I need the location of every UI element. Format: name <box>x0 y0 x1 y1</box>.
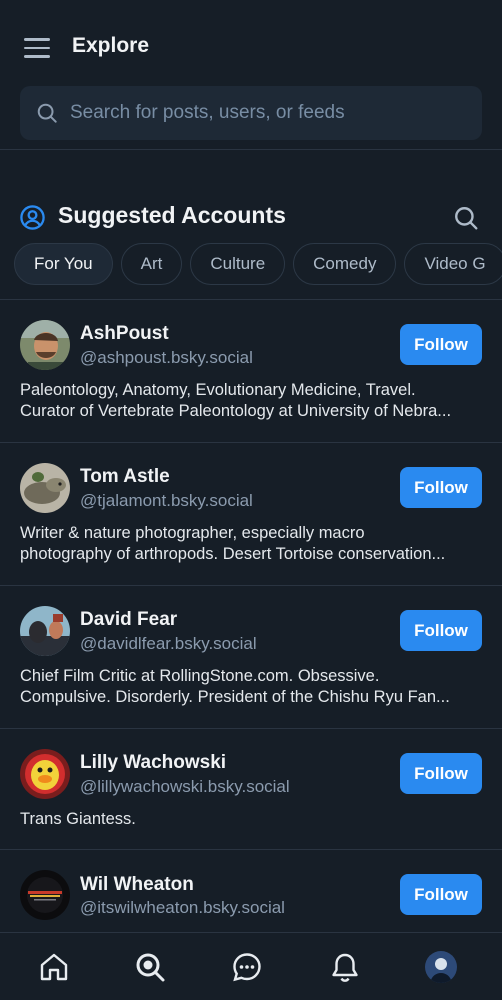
home-icon[interactable] <box>38 951 70 983</box>
bio-line: Curator of Vertebrate Paleontology at Un… <box>20 402 452 420</box>
category-chips: For You Art Culture Comedy Video G <box>14 243 502 285</box>
search-icon[interactable] <box>453 205 479 231</box>
profile-avatar[interactable] <box>425 951 457 983</box>
account-card-wil-wheaton[interactable]: Wil Wheaton @itswilwheaton.bsky.social F… <box>0 850 502 932</box>
avatar[interactable] <box>20 870 70 920</box>
follow-button[interactable]: Follow <box>400 467 482 508</box>
account-bio: Writer & nature photographer, especially… <box>20 523 482 565</box>
chip-comedy[interactable]: Comedy <box>293 243 397 285</box>
account-handle: @davidlfear.bsky.social <box>80 634 257 653</box>
bio-line: photography of arthropods. Desert Tortoi… <box>20 545 446 563</box>
account-handle: @lillywachowski.bsky.social <box>80 777 290 796</box>
account-card-tom-astle[interactable]: Tom Astle @tjalamont.bsky.social Follow … <box>0 443 502 585</box>
chip-for-you[interactable]: For You <box>14 243 113 285</box>
account-name: Wil Wheaton <box>80 874 194 895</box>
chip-art[interactable]: Art <box>120 243 183 285</box>
search-icon <box>37 103 57 123</box>
bio-line: Paleontology, Anatomy, Evolutionary Medi… <box>20 381 416 399</box>
top-header: Explore <box>0 0 502 150</box>
bell-icon[interactable] <box>329 951 361 983</box>
follow-button[interactable]: Follow <box>400 610 482 651</box>
account-bio: Trans Giantess. <box>20 809 482 830</box>
chat-icon[interactable] <box>231 951 263 983</box>
account-card-david-fear[interactable]: David Fear @davidlfear.bsky.social Follo… <box>0 586 502 728</box>
bio-line: Chief Film Critic at RollingStone.com. O… <box>20 667 380 685</box>
follow-button[interactable]: Follow <box>400 753 482 794</box>
account-bio: Chief Film Critic at RollingStone.com. O… <box>20 666 482 708</box>
account-name: AshPoust <box>80 323 169 344</box>
follow-button[interactable]: Follow <box>400 874 482 915</box>
avatar[interactable] <box>20 463 70 513</box>
bio-line: Compulsive. Disorderly. President of the… <box>20 688 450 706</box>
account-handle: @itswilwheaton.bsky.social <box>80 898 285 917</box>
section-title: Suggested Accounts <box>58 202 286 228</box>
account-name: Tom Astle <box>80 466 170 487</box>
account-card-ashpoust[interactable]: AshPoust @ashpoust.bsky.social Follow Pa… <box>0 300 502 442</box>
chip-culture[interactable]: Culture <box>190 243 286 285</box>
search-bar[interactable] <box>20 86 482 140</box>
avatar[interactable] <box>20 749 70 799</box>
person-circle-icon <box>20 205 45 230</box>
follow-button[interactable]: Follow <box>400 324 482 365</box>
bottom-tab-bar <box>0 932 502 1000</box>
search-icon[interactable] <box>134 951 166 983</box>
suggested-accounts-header: Suggested Accounts <box>0 196 502 240</box>
search-input[interactable] <box>70 102 450 124</box>
chip-video-games[interactable]: Video G <box>404 243 502 285</box>
account-handle: @tjalamont.bsky.social <box>80 491 253 510</box>
page-title: Explore <box>72 34 150 57</box>
bio-line: Writer & nature photographer, especially… <box>20 524 365 542</box>
avatar[interactable] <box>20 320 70 370</box>
bio-line: Trans Giantess. <box>20 810 136 828</box>
account-name: Lilly Wachowski <box>80 752 227 773</box>
account-card-lilly-wachowski[interactable]: Lilly Wachowski @lillywachowski.bsky.soc… <box>0 729 502 849</box>
avatar[interactable] <box>20 606 70 656</box>
account-handle: @ashpoust.bsky.social <box>80 348 253 367</box>
menu-icon[interactable] <box>24 38 50 58</box>
account-bio: Paleontology, Anatomy, Evolutionary Medi… <box>20 380 482 422</box>
account-name: David Fear <box>80 609 178 630</box>
